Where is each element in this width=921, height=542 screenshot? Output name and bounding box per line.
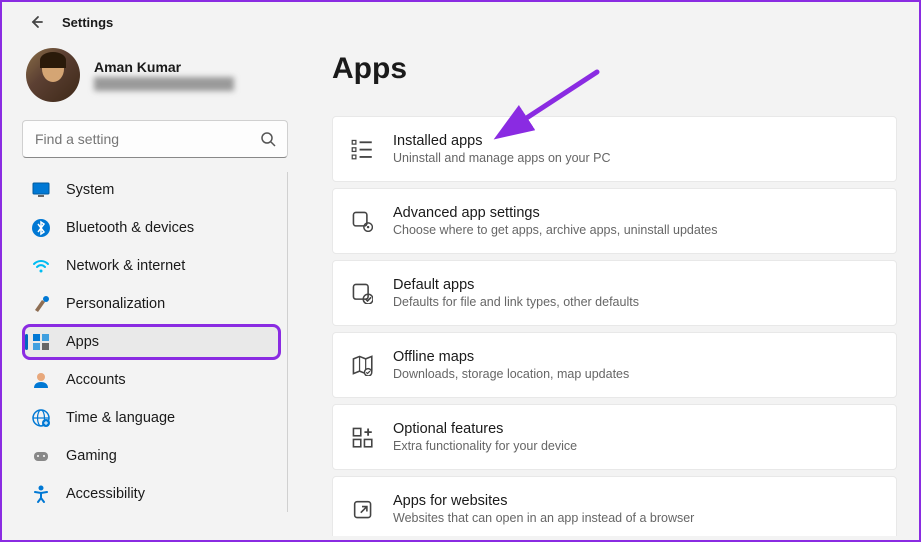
gear-app-icon (351, 210, 373, 232)
sidebar-item-apps[interactable]: Apps (22, 324, 281, 360)
card-title: Apps for websites (393, 493, 694, 509)
back-arrow-icon[interactable] (28, 14, 44, 30)
card-desc: Choose where to get apps, archive apps, … (393, 223, 718, 237)
nav-label: Accessibility (66, 486, 145, 502)
profile-name: Aman Kumar (94, 59, 234, 75)
accessibility-icon (32, 485, 50, 503)
nav-label: Apps (66, 334, 99, 350)
card-offline-maps[interactable]: Offline maps Downloads, storage location… (332, 332, 897, 398)
person-icon (32, 371, 50, 389)
card-desc: Uninstall and manage apps on your PC (393, 151, 611, 165)
profile-email (94, 77, 234, 91)
card-desc: Defaults for file and link types, other … (393, 295, 639, 309)
gamepad-icon (32, 447, 50, 465)
sidebar: Aman Kumar System Bluetooth & devices Ne… (2, 38, 302, 536)
sidebar-item-bluetooth[interactable]: Bluetooth & devices (22, 210, 281, 246)
card-desc: Websites that can open in an app instead… (393, 511, 694, 525)
sidebar-item-accounts[interactable]: Accounts (22, 362, 281, 398)
share-icon (351, 498, 373, 520)
nav-label: Network & internet (66, 258, 185, 274)
main-content: Apps Installed apps Uninstall and manage… (302, 38, 919, 536)
default-app-icon (351, 282, 373, 304)
nav-label: Time & language (66, 410, 175, 426)
card-title: Installed apps (393, 133, 611, 149)
card-desc: Extra functionality for your device (393, 439, 577, 453)
card-title: Advanced app settings (393, 205, 718, 221)
header-title: Settings (62, 15, 113, 30)
wifi-icon (32, 257, 50, 275)
apps-icon (32, 333, 50, 351)
card-installed-apps[interactable]: Installed apps Uninstall and manage apps… (332, 116, 897, 182)
system-icon (32, 181, 50, 199)
sidebar-item-personalization[interactable]: Personalization (22, 286, 281, 322)
card-default-apps[interactable]: Default apps Defaults for file and link … (332, 260, 897, 326)
sidebar-item-time[interactable]: Time & language (22, 400, 281, 436)
list-icon (351, 138, 373, 160)
card-optional-features[interactable]: Optional features Extra functionality fo… (332, 404, 897, 470)
profile-section[interactable]: Aman Kumar (22, 48, 288, 102)
plus-grid-icon (351, 426, 373, 448)
nav-label: Personalization (66, 296, 165, 312)
card-title: Offline maps (393, 349, 629, 365)
brush-icon (32, 295, 50, 313)
globe-icon (32, 409, 50, 427)
search-input[interactable] (22, 120, 288, 158)
nav-label: Gaming (66, 448, 117, 464)
header: Settings (2, 2, 919, 38)
page-title: Apps (332, 52, 897, 86)
bluetooth-icon (32, 219, 50, 237)
card-title: Default apps (393, 277, 639, 293)
card-advanced-settings[interactable]: Advanced app settings Choose where to ge… (332, 188, 897, 254)
sidebar-item-system[interactable]: System (22, 172, 281, 208)
card-apps-websites[interactable]: Apps for websites Websites that can open… (332, 476, 897, 536)
nav-label: Accounts (66, 372, 126, 388)
sidebar-item-accessibility[interactable]: Accessibility (22, 476, 281, 512)
map-icon (351, 354, 373, 376)
avatar (26, 48, 80, 102)
search-wrapper (22, 120, 288, 158)
sidebar-item-gaming[interactable]: Gaming (22, 438, 281, 474)
card-title: Optional features (393, 421, 577, 437)
nav-label: System (66, 182, 114, 198)
nav-list: System Bluetooth & devices Network & int… (22, 172, 288, 512)
card-desc: Downloads, storage location, map updates (393, 367, 629, 381)
nav-label: Bluetooth & devices (66, 220, 194, 236)
sidebar-item-network[interactable]: Network & internet (22, 248, 281, 284)
